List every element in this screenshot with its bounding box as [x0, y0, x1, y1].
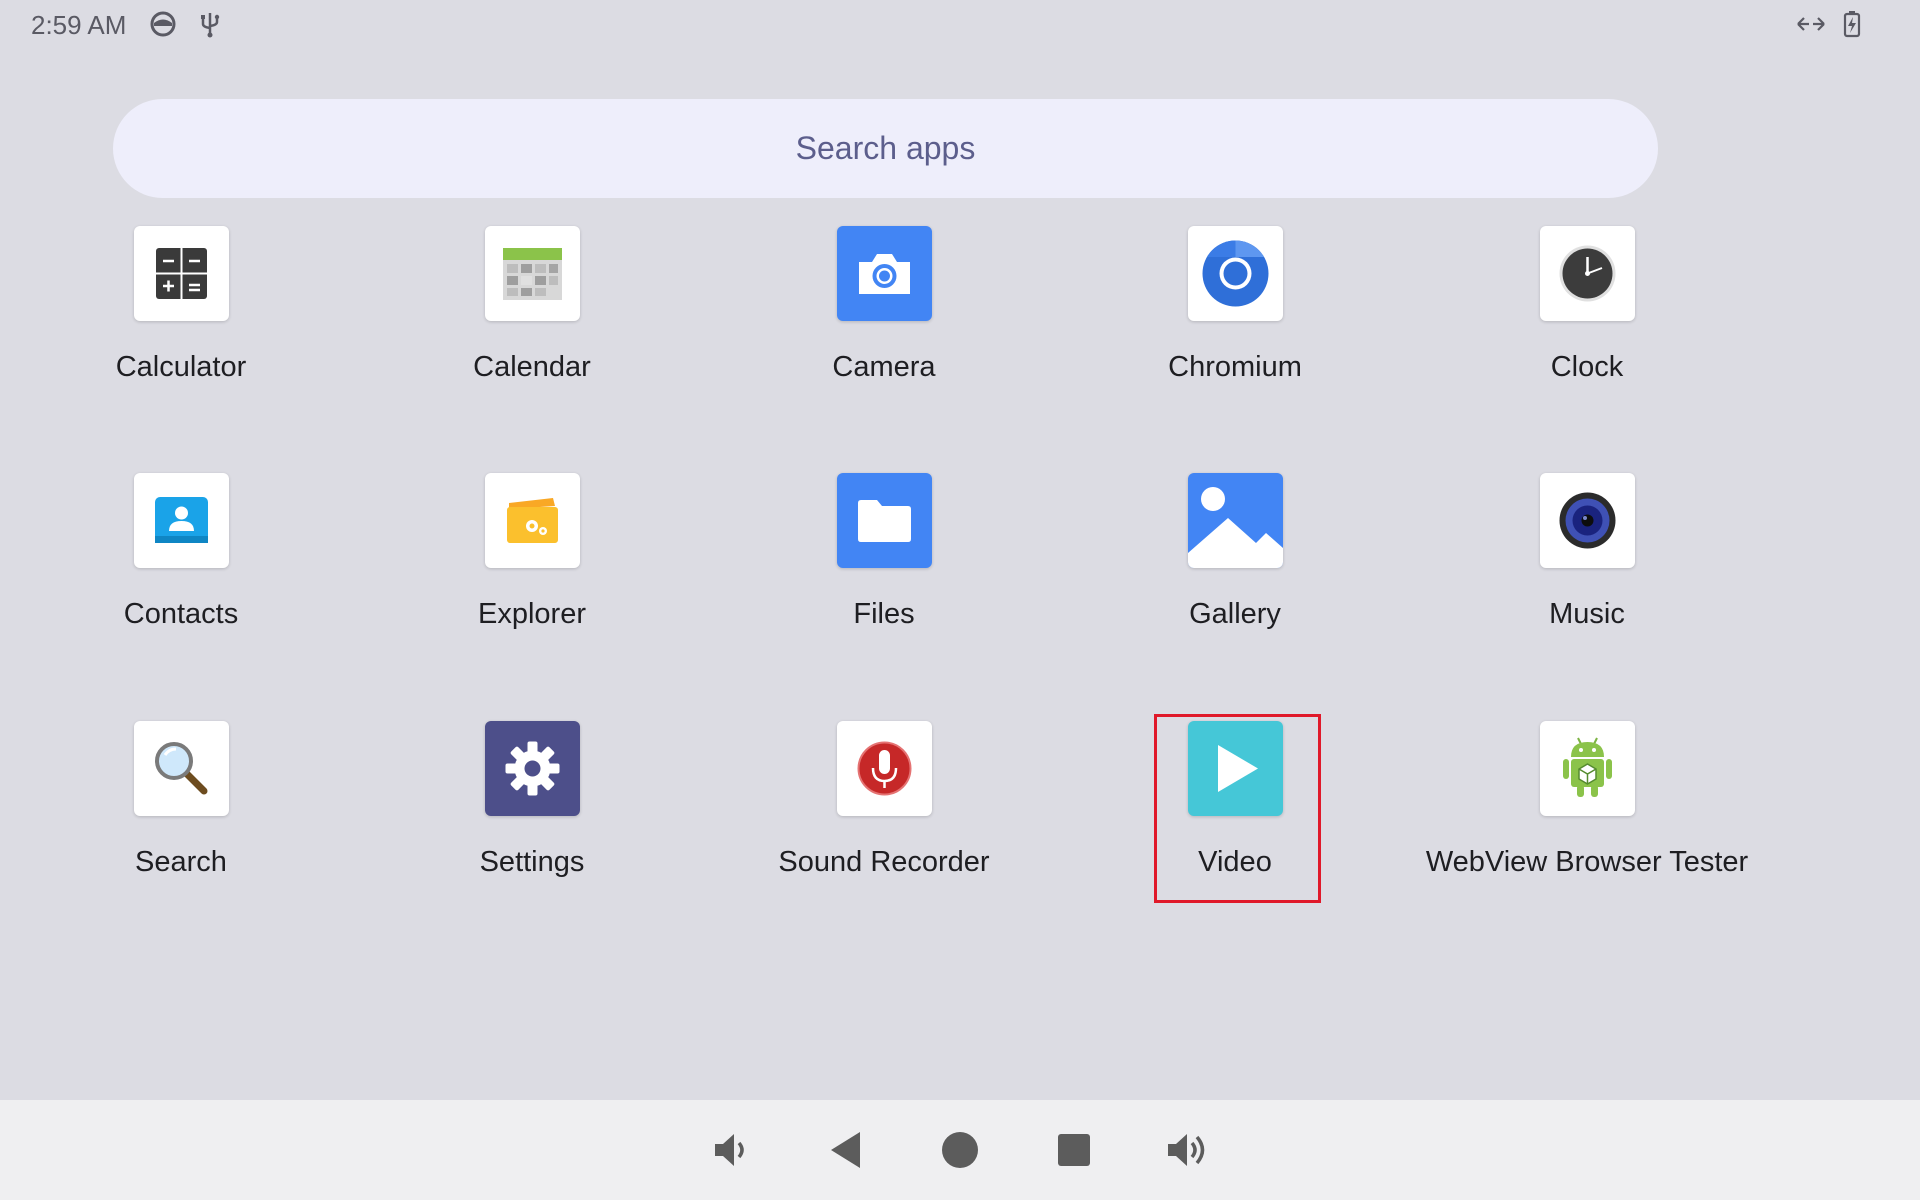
- app-label: Search: [135, 846, 227, 878]
- app-gallery[interactable]: Gallery: [1085, 473, 1385, 673]
- app-label: Files: [853, 598, 915, 630]
- status-bar: 2:59 AM: [0, 0, 1920, 48]
- app-label: Sound Recorder: [778, 846, 990, 878]
- usb-icon: [196, 10, 224, 38]
- microphone-icon: [837, 721, 932, 816]
- app-label: Explorer: [478, 598, 586, 630]
- app-files[interactable]: Files: [734, 473, 1034, 673]
- app-label: Camera: [832, 351, 936, 383]
- explorer-icon: [485, 473, 580, 568]
- app-clock[interactable]: Clock: [1437, 226, 1737, 426]
- chromium-icon: [1188, 226, 1283, 321]
- app-contacts[interactable]: Contacts: [31, 473, 331, 673]
- android-robot-icon: [1540, 721, 1635, 816]
- calendar-icon: [485, 226, 580, 321]
- settings-icon: [485, 721, 580, 816]
- app-video[interactable]: Video: [1085, 721, 1385, 921]
- app-explorer[interactable]: Explorer: [382, 473, 682, 673]
- data-saver-icon: [149, 10, 177, 38]
- app-settings[interactable]: Settings: [382, 721, 682, 921]
- app-label: Contacts: [123, 598, 239, 630]
- video-play-icon: [1188, 721, 1283, 816]
- app-label: Music: [1549, 598, 1625, 630]
- status-time: 2:59 AM: [31, 10, 127, 40]
- search-apps-placeholder: Search apps: [795, 130, 976, 166]
- files-icon: [837, 473, 932, 568]
- navigation-bar: [0, 1100, 1920, 1200]
- app-label: Gallery: [1189, 598, 1281, 630]
- music-icon: [1540, 473, 1635, 568]
- app-camera[interactable]: Camera: [734, 226, 1034, 426]
- app-label: WebView Browser Tester: [1425, 846, 1749, 878]
- app-search[interactable]: Search: [31, 721, 331, 921]
- calculator-icon: [134, 226, 229, 321]
- volume-up-icon[interactable]: [1163, 1125, 1213, 1175]
- app-music[interactable]: Music: [1437, 473, 1737, 673]
- gallery-icon: [1188, 473, 1283, 568]
- home-icon[interactable]: [935, 1125, 985, 1175]
- app-label: Chromium: [1168, 351, 1302, 383]
- contacts-icon: [134, 473, 229, 568]
- back-icon[interactable]: [821, 1125, 871, 1175]
- search-icon: [134, 721, 229, 816]
- app-label: Clock: [1550, 351, 1624, 383]
- app-chromium[interactable]: Chromium: [1085, 226, 1385, 426]
- app-label: Calculator: [115, 351, 247, 383]
- app-label: Video: [1198, 846, 1272, 878]
- app-webview-browser-tester[interactable]: WebView Browser Tester: [1426, 721, 1748, 921]
- network-arrows-icon: [1795, 10, 1827, 38]
- camera-icon: [837, 226, 932, 321]
- battery-charging-icon: [1838, 10, 1866, 38]
- app-sound-recorder[interactable]: Sound Recorder: [734, 721, 1034, 921]
- search-apps-bar[interactable]: Search apps: [113, 99, 1658, 198]
- clock-icon: [1540, 226, 1635, 321]
- volume-down-icon[interactable]: [707, 1125, 757, 1175]
- app-calendar[interactable]: Calendar: [382, 226, 682, 426]
- recents-icon[interactable]: [1049, 1125, 1099, 1175]
- app-calculator[interactable]: Calculator: [31, 226, 331, 426]
- app-label: Settings: [479, 846, 585, 878]
- app-label: Calendar: [473, 351, 591, 383]
